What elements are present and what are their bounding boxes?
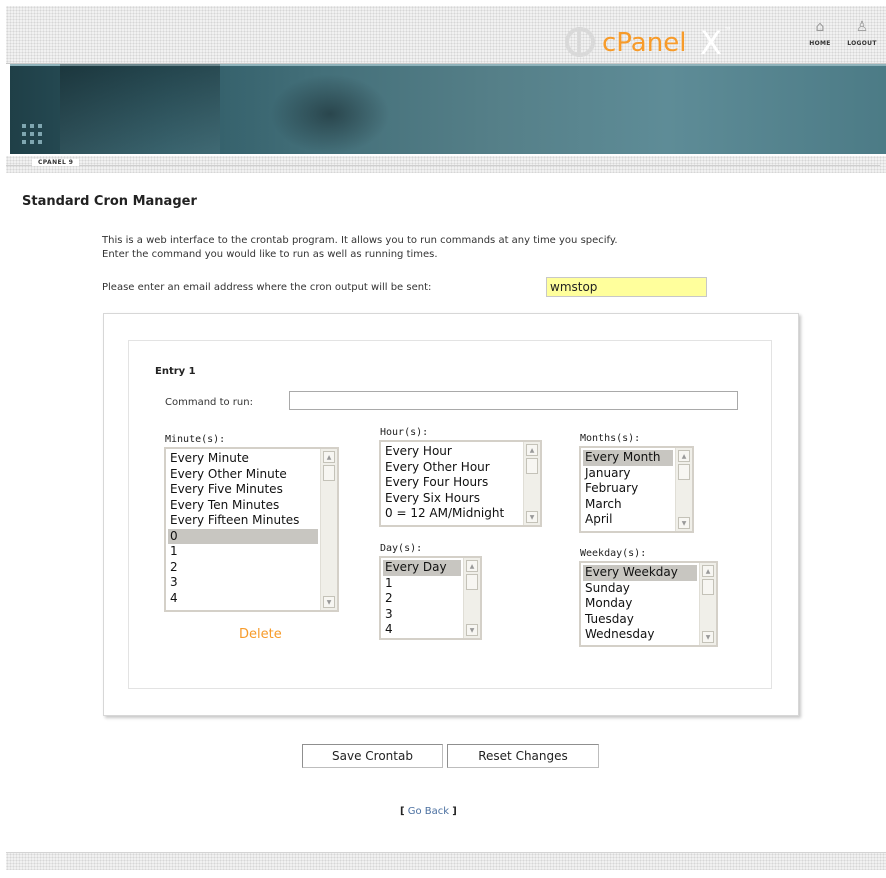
intro-text-line-2: Enter the command you would like to run … [102, 249, 438, 260]
weekday-select[interactable]: Every Weekday Sunday Monday Tuesday Wednesda… [579, 561, 718, 647]
scroll-down-icon[interactable]: ▼ [526, 511, 538, 523]
list-option[interactable]: April [583, 512, 673, 528]
list-option[interactable]: 0 = 12 AM/Midnight [383, 506, 521, 522]
hour-label: Hour(s): [380, 427, 429, 438]
day-select[interactable]: Every Day 1 2 3 4 ▲ ▼ [379, 556, 482, 640]
page-title: Standard Cron Manager [22, 194, 197, 209]
scroll-up-icon[interactable]: ▲ [678, 450, 690, 462]
top-bar: ⌂ HOME ♙ LOGOUT [6, 6, 886, 64]
home-icon: ⌂ [815, 19, 825, 35]
banner-decoration [20, 122, 44, 146]
home-nav-button[interactable]: ⌂ HOME [798, 18, 842, 47]
list-option[interactable]: Sunday [583, 581, 697, 597]
hour-select[interactable]: Every Hour Every Other Hour Every Four Hou… [379, 440, 542, 527]
scroll-up-icon[interactable]: ▲ [323, 451, 335, 463]
scroll-down-icon[interactable]: ▼ [678, 517, 690, 529]
scroll-up-icon[interactable]: ▲ [466, 560, 478, 572]
reset-changes-button[interactable]: Reset Changes [447, 744, 599, 768]
command-input[interactable] [289, 391, 738, 410]
list-option[interactable]: 3 [383, 607, 461, 623]
logout-nav-button[interactable]: ♙ LOGOUT [840, 18, 884, 47]
list-option[interactable]: Wednesday [583, 627, 697, 643]
email-field[interactable] [546, 277, 707, 297]
intro-text-line-1: This is a web interface to the crontab p… [102, 235, 618, 246]
month-label: Months(s): [580, 433, 641, 444]
logout-label: LOGOUT [847, 40, 877, 47]
email-prompt-label: Please enter an email address where the … [102, 282, 432, 293]
list-option[interactable]: Every Day [383, 560, 461, 576]
bracket-close: ] [452, 806, 457, 817]
minute-label: Minute(s): [165, 434, 226, 445]
list-option[interactable]: 1 [168, 544, 318, 560]
list-option[interactable]: Every Five Minutes [168, 482, 318, 498]
cpanel-logo-trademark: ™ [724, 26, 732, 35]
logout-icon: ♙ [855, 19, 869, 35]
command-label: Command to run: [165, 397, 253, 408]
go-back-nav: [ Go Back ] [400, 806, 457, 817]
list-option[interactable]: 3 [168, 575, 318, 591]
list-option[interactable]: Every Month [583, 450, 673, 466]
cpanel-banner [10, 64, 886, 154]
list-option[interactable]: 4 [383, 622, 461, 638]
list-option[interactable]: Every Other Hour [383, 460, 521, 476]
month-scrollbar[interactable]: ▲ ▼ [675, 448, 692, 531]
scroll-up-icon[interactable]: ▲ [702, 565, 714, 577]
list-option[interactable]: 4 [168, 591, 318, 607]
list-option[interactable]: Every Weekday [583, 565, 697, 581]
breadcrumb[interactable]: CPANEL 9 [32, 159, 80, 166]
scroll-down-icon[interactable]: ▼ [466, 624, 478, 636]
list-option[interactable]: March [583, 497, 673, 513]
save-crontab-button[interactable]: Save Crontab [302, 744, 443, 768]
list-option[interactable]: Every Four Hours [383, 475, 521, 491]
list-option[interactable]: Tuesday [583, 612, 697, 628]
bracket-open: [ [400, 806, 405, 817]
list-option[interactable]: Every Other Minute [168, 467, 318, 483]
list-option[interactable]: Every Minute [168, 451, 318, 467]
list-option[interactable]: 2 [383, 591, 461, 607]
footer-bar [6, 852, 886, 870]
list-option[interactable]: February [583, 481, 673, 497]
cpanel-logo-text: cPanel [602, 28, 687, 58]
list-option[interactable]: 2 [168, 560, 318, 576]
cpanel-logo-x: X [700, 24, 722, 62]
hour-scrollbar[interactable]: ▲ ▼ [523, 442, 540, 525]
home-label: HOME [809, 40, 831, 47]
list-option[interactable]: 0 [168, 528, 318, 544]
delete-entry-link[interactable]: Delete [239, 627, 282, 642]
minute-scrollbar[interactable]: ▲ ▼ [320, 449, 337, 610]
weekday-label: Weekday(s): [580, 548, 647, 559]
scroll-down-icon[interactable]: ▼ [323, 596, 335, 608]
list-option[interactable]: Every Hour [383, 444, 521, 460]
entry-title: Entry 1 [155, 366, 196, 377]
day-label: Day(s): [380, 543, 423, 554]
month-select[interactable]: Every Month January February March April ▲ ▼ [579, 446, 694, 533]
list-option[interactable]: Monday [583, 596, 697, 612]
list-option[interactable]: 1 [383, 576, 461, 592]
weekday-scrollbar[interactable]: ▲ ▼ [699, 563, 716, 645]
list-option[interactable]: January [583, 466, 673, 482]
scroll-up-icon[interactable]: ▲ [526, 444, 538, 456]
day-scrollbar[interactable]: ▲ ▼ [463, 558, 480, 638]
minute-select[interactable]: Every Minute Every Other Minute Every Five… [164, 447, 339, 612]
go-back-link[interactable]: Go Back [408, 806, 449, 817]
breadcrumb-bar: CPANEL 9 [6, 156, 886, 173]
list-option[interactable]: Every Fifteen Minutes [168, 513, 318, 529]
cpanel-logo-icon [565, 27, 595, 57]
list-option[interactable]: Every Six Hours [383, 491, 521, 507]
scroll-down-icon[interactable]: ▼ [702, 631, 714, 643]
list-option[interactable]: Every Ten Minutes [168, 498, 318, 514]
